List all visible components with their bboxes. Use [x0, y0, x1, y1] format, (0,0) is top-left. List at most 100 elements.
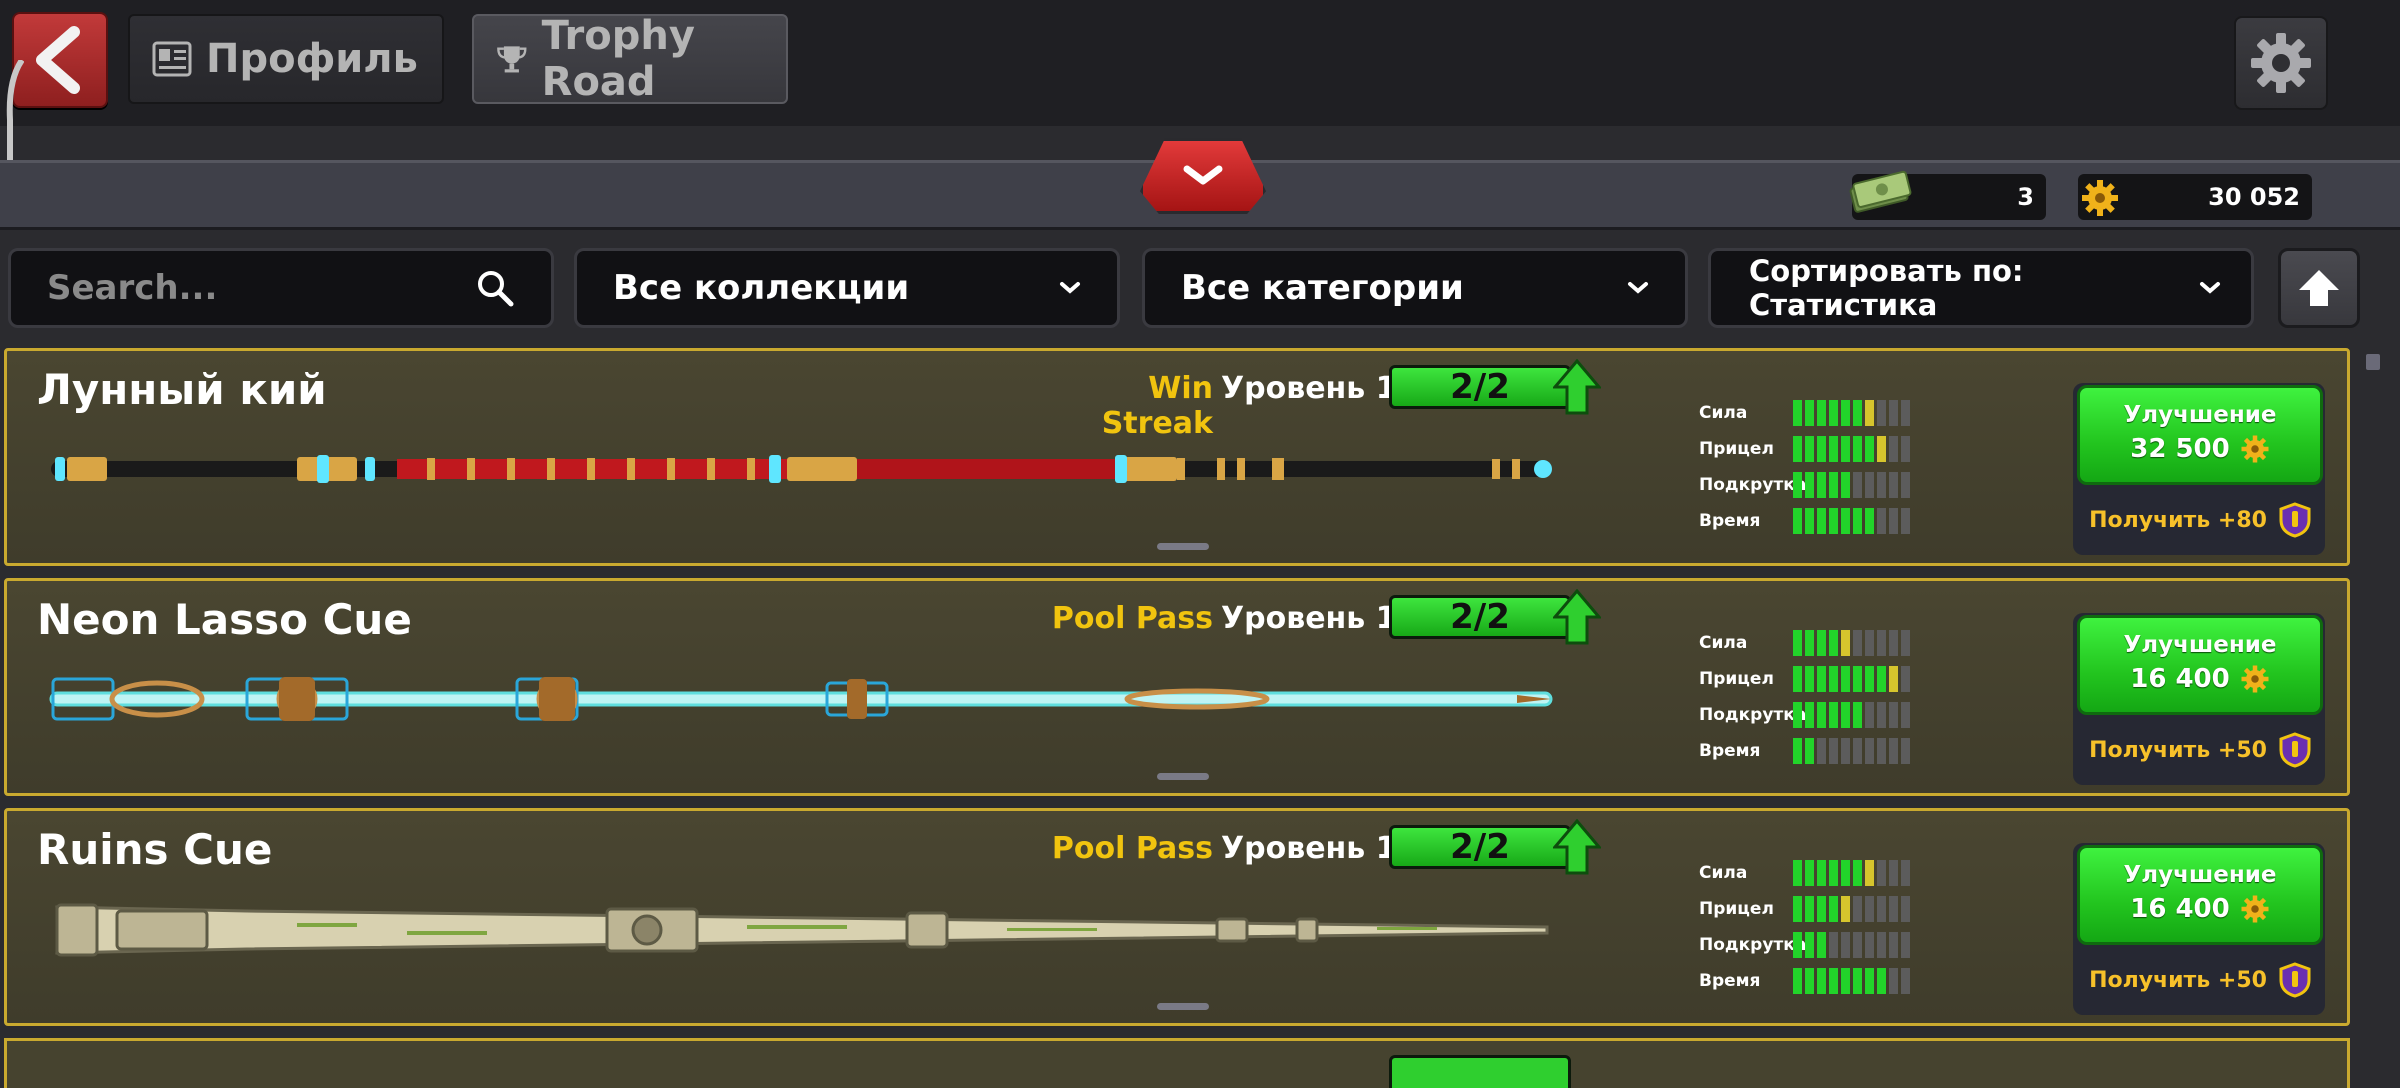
stat-label: Подкрутка [1699, 935, 1807, 955]
stat-pip [1877, 508, 1886, 534]
stat-pip [1865, 968, 1874, 994]
sort-value: Сортировать по: Статистика [1749, 254, 2024, 322]
stat-pip [1865, 436, 1874, 462]
coin-gear-icon [2241, 435, 2269, 463]
stat-pip [1805, 860, 1814, 886]
settings-button[interactable] [2234, 16, 2328, 110]
get-reward-button[interactable]: Получить +50 [2077, 955, 2323, 1005]
stat-label: Подкрутка [1699, 705, 1807, 725]
scrollbar[interactable] [2360, 350, 2386, 1070]
cue-name: Лунный кий [37, 365, 327, 414]
cue-card[interactable]: Neon Lasso Cue Pool Pass Уровень 1 2/2 С… [4, 578, 2350, 796]
drag-handle[interactable] [1157, 543, 1209, 550]
chevron-down-icon [1628, 282, 1648, 294]
upgrade-cost: 16 400 [2130, 664, 2270, 694]
stat-pip [1865, 932, 1874, 958]
stat-pip [1817, 702, 1826, 728]
level-progress-bar: 2/2 [1389, 365, 1571, 409]
stat-pip [1889, 860, 1898, 886]
sort-dropdown[interactable]: Сортировать по: Статистика [1708, 248, 2254, 328]
collapse-button[interactable] [1140, 138, 1266, 214]
stat-pip [1805, 896, 1814, 922]
stat-row: Прицел [1699, 661, 1910, 697]
upgrade-cost: 32 500 [2130, 434, 2270, 464]
stat-row: Время [1699, 733, 1910, 769]
get-reward-button[interactable]: Получить +80 [2077, 495, 2323, 545]
back-button[interactable] [12, 12, 108, 108]
collection-dropdown[interactable]: Все коллекции [574, 248, 1120, 328]
upgrade-button[interactable]: Улучшение 16 400 [2077, 615, 2323, 715]
stat-pip [1877, 896, 1886, 922]
upgrade-label: Улучшение [2123, 632, 2277, 658]
cue-card[interactable]: Ruins Cue Pool Pass Уровень 1 2/2 Сила Пр… [4, 808, 2350, 1026]
stat-pip [1877, 472, 1886, 498]
stat-row: Время [1699, 963, 1910, 999]
shield-badge-icon [2279, 502, 2311, 538]
stat-pip [1829, 666, 1838, 692]
stat-label: Сила [1699, 403, 1748, 423]
stat-pip [1877, 436, 1886, 462]
stat-pip [1889, 400, 1898, 426]
stat-pip [1841, 666, 1850, 692]
tab-trophy-road-label: Trophy Road [541, 13, 695, 105]
stat-pip [1829, 630, 1838, 656]
stat-pips [1793, 508, 1910, 534]
chevron-down-icon [1060, 282, 1080, 294]
stat-pip [1805, 932, 1814, 958]
stat-pip [1793, 630, 1802, 656]
stat-pip [1877, 968, 1886, 994]
stat-pip [1829, 860, 1838, 886]
stat-pip [1901, 932, 1910, 958]
stat-label: Сила [1699, 863, 1748, 883]
stat-pip [1865, 400, 1874, 426]
stat-pip [1889, 630, 1898, 656]
tab-trophy-road[interactable]: Trophy Road [472, 13, 788, 105]
upgrade-cost: 16 400 [2130, 894, 2270, 924]
stat-pip [1805, 666, 1814, 692]
category-dropdown[interactable]: Все категории [1142, 248, 1688, 328]
level-progress-value: 2/2 [1450, 597, 1510, 637]
stat-pip [1805, 630, 1814, 656]
stat-pips [1793, 738, 1910, 764]
stat-row: Сила [1699, 855, 1910, 891]
stat-pip [1889, 738, 1898, 764]
cue-card-partial[interactable] [4, 1038, 2350, 1088]
stat-pip [1793, 738, 1802, 764]
stat-row: Подкрутка [1699, 927, 1910, 963]
stat-pip [1793, 968, 1802, 994]
drag-handle[interactable] [1157, 1003, 1209, 1010]
scrollbar-thumb[interactable] [2366, 354, 2380, 370]
upgrade-button[interactable]: Улучшение 16 400 [2077, 845, 2323, 945]
stat-pips [1793, 968, 1910, 994]
reward-label: Получить +80 [2089, 507, 2267, 533]
tab-profile[interactable]: Профиль [128, 14, 444, 104]
stat-pip [1877, 860, 1886, 886]
cue-source: Pool Pass [1051, 601, 1213, 636]
stat-label: Прицел [1699, 669, 1774, 689]
chevron-down-icon [2200, 282, 2220, 294]
arrow-up-icon [2299, 270, 2339, 306]
stat-label: Подкрутка [1699, 475, 1807, 495]
upgrade-label: Улучшение [2123, 862, 2277, 888]
stat-pip [1829, 896, 1838, 922]
stat-pip [1877, 738, 1886, 764]
upgrade-button[interactable]: Улучшение 32 500 [2077, 385, 2323, 485]
stat-pip [1901, 702, 1910, 728]
stat-pip [1901, 968, 1910, 994]
stat-pip [1817, 860, 1826, 886]
drag-handle[interactable] [1157, 773, 1209, 780]
search-input[interactable]: Search... [8, 248, 554, 328]
stat-pip [1817, 932, 1826, 958]
stat-pip [1841, 400, 1850, 426]
stat-pip [1793, 436, 1802, 462]
stat-pip [1817, 630, 1826, 656]
search-placeholder: Search... [47, 268, 218, 308]
stat-pip [1901, 666, 1910, 692]
stat-pip [1877, 702, 1886, 728]
cue-card[interactable]: Лунный кий Win Streak Уровень 1 2/2 Сила… [4, 348, 2350, 566]
stat-pip [1853, 702, 1862, 728]
stat-pip [1901, 896, 1910, 922]
scroll-to-top-button[interactable] [2278, 248, 2360, 328]
stat-pip [1817, 896, 1826, 922]
get-reward-button[interactable]: Получить +50 [2077, 725, 2323, 775]
